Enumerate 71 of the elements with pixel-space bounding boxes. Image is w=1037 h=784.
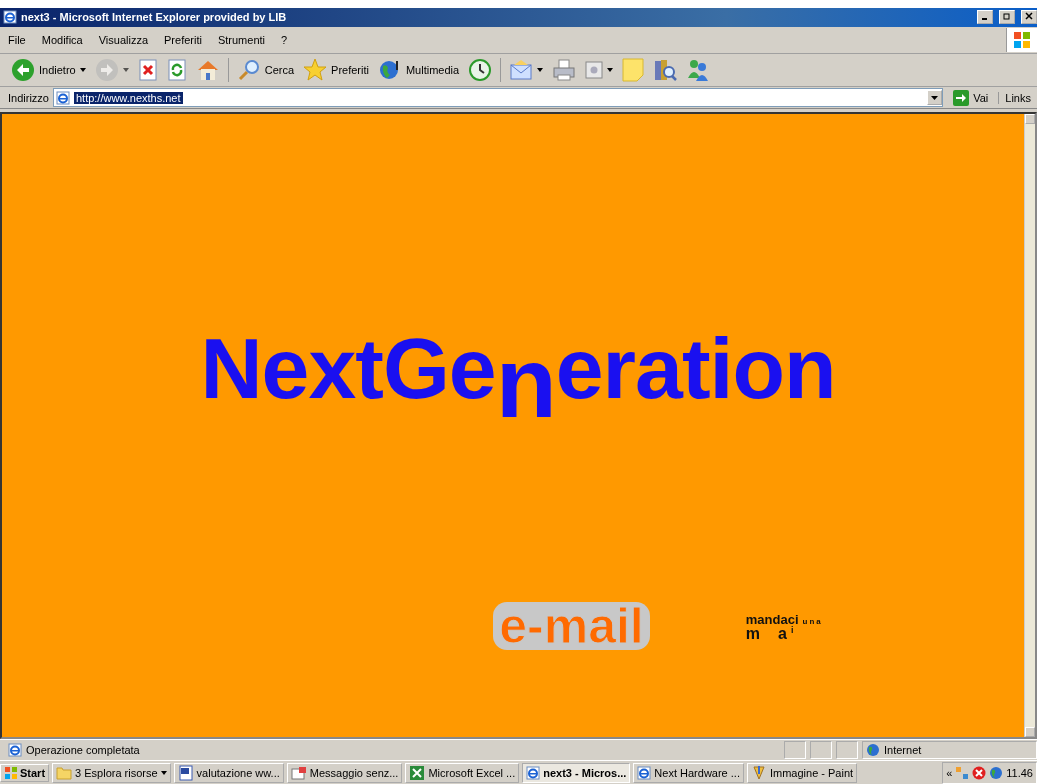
taskbar-button[interactable]: Messaggio senz... — [286, 762, 403, 783]
menu-item[interactable]: File — [0, 33, 34, 46]
caret-icon — [122, 67, 129, 72]
toolbar-button[interactable]: Preferiti — [300, 55, 372, 84]
note-icon — [622, 57, 645, 82]
go-button[interactable]: Vai — [947, 89, 995, 106]
menu-item[interactable]: ? — [273, 33, 296, 46]
caret-icon — [607, 67, 614, 72]
paint-icon — [750, 764, 767, 781]
folder-icon — [56, 765, 73, 780]
document-icon — [177, 764, 194, 781]
taskbar-button[interactable]: Immagine - Paint — [746, 762, 858, 783]
search-icon — [236, 57, 261, 82]
taskbar-button[interactable]: Microsoft Excel ... — [405, 762, 520, 783]
caret-icon — [79, 67, 86, 72]
envelope-icon — [509, 58, 534, 81]
caret-icon — [160, 770, 167, 775]
caret-icon — [931, 96, 939, 101]
browser-icon — [637, 765, 652, 780]
menu-item[interactable]: Modifica — [33, 33, 91, 46]
network-icon[interactable] — [955, 765, 970, 780]
address-field[interactable]: http://www.nexths.net — [52, 88, 944, 108]
restore-icon — [1003, 12, 1011, 21]
note-text: mandaci — [745, 612, 799, 627]
toolbar-button[interactable]: Cerca — [233, 55, 298, 84]
start-button[interactable]: Start — [0, 763, 50, 782]
address-label: Indirizzo — [8, 91, 49, 104]
window-title: next3 - Microsoft Internet Explorer provided by LIB — [21, 11, 288, 24]
taskbar-button[interactable]: next3 - Micros... — [522, 762, 631, 783]
globe-icon — [866, 743, 880, 758]
taskbar-button[interactable]: valutazione ww... — [173, 762, 284, 783]
page-icon — [8, 743, 22, 758]
caret-icon — [537, 67, 544, 72]
links-button[interactable]: Links — [998, 91, 1037, 104]
windows-logo-icon — [4, 765, 18, 780]
menu-item[interactable]: Visualizza — [90, 33, 157, 46]
people-icon — [686, 57, 711, 82]
scrollbar[interactable] — [1024, 114, 1035, 738]
note-letter: i — [790, 624, 794, 637]
note-letter: a — [778, 627, 787, 641]
toolbar-button[interactable]: Indietro — [8, 55, 89, 84]
restore-button[interactable] — [999, 10, 1015, 25]
star-icon — [303, 57, 328, 82]
clock-icon — [468, 57, 493, 82]
refresh-icon — [166, 58, 187, 81]
page-icon — [55, 90, 70, 105]
edit-icon — [585, 60, 604, 79]
status-text: Operazione completata — [26, 744, 141, 757]
minimize-button[interactable] — [977, 10, 993, 25]
taskbar-button[interactable]: Next Hardware ... — [633, 762, 744, 783]
stop-icon — [137, 58, 158, 81]
taskbar-button[interactable]: 3 Esplora risorse — [52, 762, 171, 783]
books-icon — [653, 57, 678, 82]
close-icon — [1025, 12, 1033, 21]
dropdown-button[interactable] — [927, 90, 943, 106]
error-icon[interactable] — [972, 765, 987, 780]
expand-button[interactable]: « — [946, 766, 953, 779]
message-icon — [290, 764, 307, 781]
menu-item[interactable]: Preferiti — [156, 33, 210, 46]
toolbar-button[interactable]: Multimedia — [374, 55, 463, 84]
menu-item[interactable]: Strumenti — [209, 33, 273, 46]
browser-icon — [526, 765, 541, 780]
note-text: una — [802, 617, 823, 626]
close-button[interactable] — [1021, 10, 1037, 25]
browser-icon — [3, 10, 17, 25]
zone-text: Internet — [884, 744, 922, 757]
clock: 11.46 — [1006, 766, 1033, 779]
printer-icon — [552, 57, 577, 82]
spreadsheet-icon — [409, 764, 426, 781]
note-letter: m — [745, 627, 760, 641]
globe-icon[interactable] — [989, 765, 1004, 780]
